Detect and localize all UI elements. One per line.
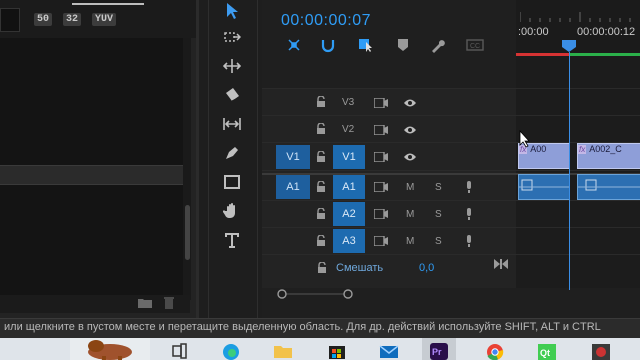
- mix-volume-value[interactable]: 0,0: [419, 262, 434, 274]
- sync-lock-film-icon[interactable]: [374, 152, 388, 162]
- pen-tool-icon[interactable]: [221, 142, 243, 164]
- mute-track-button[interactable]: M: [406, 209, 414, 220]
- source-patch-v1[interactable]: V1: [276, 145, 310, 169]
- track-target-v1[interactable]: V1: [333, 145, 365, 169]
- track-select-tool-icon[interactable]: [221, 26, 243, 48]
- file-explorer-icon[interactable]: [272, 340, 294, 360]
- captions-icon[interactable]: CC: [466, 36, 484, 54]
- track-lock-icon[interactable]: [316, 208, 326, 219]
- clip-label: A002_C: [589, 144, 622, 154]
- track-separator: [262, 254, 640, 255]
- playhead-handle[interactable]: [562, 40, 576, 52]
- toggle-output-eye-icon[interactable]: [403, 98, 417, 108]
- sync-lock-film-icon[interactable]: [374, 98, 388, 108]
- track-separator: [262, 88, 640, 89]
- linked-selection-icon[interactable]: [357, 36, 375, 54]
- sync-lock-film-icon[interactable]: [374, 236, 388, 246]
- zoom-slider[interactable]: [72, 3, 144, 5]
- track-lock-icon[interactable]: [316, 123, 326, 134]
- mute-track-button[interactable]: M: [406, 182, 414, 193]
- razor-tool-icon[interactable]: [221, 84, 243, 106]
- edge-icon[interactable]: [220, 340, 242, 360]
- premiere-icon[interactable]: Pr: [428, 340, 450, 360]
- rectangle-tool-icon[interactable]: [221, 171, 243, 193]
- qt-icon[interactable]: Qt: [536, 340, 558, 360]
- svg-text:Qt: Qt: [540, 348, 550, 358]
- playhead-line[interactable]: [569, 52, 570, 290]
- svg-text:CC: CC: [470, 43, 480, 50]
- toggle-output-eye-icon[interactable]: [403, 152, 417, 162]
- video-clip-a002[interactable]: fx A002_C: [577, 143, 640, 169]
- track-label-v2[interactable]: V2: [342, 124, 354, 135]
- sync-lock-film-icon[interactable]: [374, 125, 388, 135]
- track-separator: [262, 115, 640, 116]
- ripple-edit-tool-icon[interactable]: [221, 55, 243, 77]
- track-target-a1[interactable]: A1: [333, 175, 365, 199]
- solo-track-button[interactable]: S: [435, 209, 442, 220]
- other-app-icon[interactable]: [590, 340, 612, 360]
- track-lock-icon[interactable]: [316, 181, 326, 192]
- voiceover-mic-icon[interactable]: [465, 235, 473, 247]
- color-format-badge[interactable]: YUV: [92, 13, 117, 26]
- timeline-settings-wrench-icon[interactable]: [429, 36, 447, 54]
- selected-list-row[interactable]: [0, 165, 183, 185]
- track-separator: [262, 170, 640, 171]
- solo-track-button[interactable]: S: [435, 236, 442, 247]
- mute-track-button[interactable]: M: [406, 236, 414, 247]
- timeline-timecode[interactable]: 00:00:00:07: [281, 12, 371, 30]
- store-icon[interactable]: [326, 340, 348, 360]
- track-lock-icon[interactable]: [316, 151, 326, 162]
- sync-lock-film-icon[interactable]: [374, 182, 388, 192]
- track-separator: [262, 200, 640, 201]
- hand-tool-icon[interactable]: [221, 200, 243, 222]
- source-patch-a1[interactable]: A1: [276, 175, 310, 199]
- sync-lock-film-icon[interactable]: [374, 209, 388, 219]
- voiceover-mic-icon[interactable]: [465, 208, 473, 220]
- wallpaper-thumbnail: [70, 338, 150, 360]
- track-separator: [262, 227, 640, 228]
- toggle-output-eye-icon[interactable]: [403, 125, 417, 135]
- ruler-ticks: [520, 12, 631, 22]
- ruler-label-start: :00:00: [518, 26, 549, 38]
- track-lock-icon[interactable]: [316, 96, 326, 107]
- track-label-v3[interactable]: V3: [342, 97, 354, 108]
- scrollbar-track[interactable]: [183, 38, 191, 300]
- track-target-a3[interactable]: A3: [333, 229, 365, 253]
- clip-label: A00: [530, 144, 547, 154]
- track-lock-icon[interactable]: [316, 235, 326, 246]
- nest-sequence-icon[interactable]: [285, 36, 303, 54]
- fx-badge: fx: [578, 145, 587, 154]
- go-to-end-icon[interactable]: [494, 258, 508, 270]
- new-bin-folder-icon[interactable]: [138, 297, 152, 308]
- trash-icon[interactable]: [163, 296, 175, 309]
- project-search-field[interactable]: [0, 8, 20, 32]
- timeline-zoom-scrollbar[interactable]: [270, 289, 520, 299]
- voiceover-mic-icon[interactable]: [465, 181, 473, 193]
- type-tool-icon[interactable]: [221, 229, 243, 251]
- snap-magnet-icon[interactable]: [319, 36, 337, 54]
- selection-tool-icon[interactable]: [221, 0, 243, 22]
- project-panel-footer: [0, 295, 190, 313]
- audio-clip-a1[interactable]: [518, 174, 570, 200]
- status-hint-text: или щелкните в пустом месте и перетащите…: [4, 321, 601, 333]
- ruler-label-end: 00:00:00:12: [577, 26, 636, 38]
- task-view-icon[interactable]: [168, 340, 190, 360]
- mix-lock-icon[interactable]: [317, 262, 327, 273]
- chrome-icon[interactable]: [484, 340, 506, 360]
- mouse-cursor-icon: [519, 130, 530, 148]
- mix-label: Смешать: [336, 262, 384, 274]
- mail-icon[interactable]: [378, 340, 400, 360]
- audio-clip-a1-2[interactable]: [577, 174, 640, 200]
- slip-tool-icon[interactable]: [221, 113, 243, 135]
- track-target-a2[interactable]: A2: [333, 202, 365, 226]
- add-marker-icon[interactable]: [394, 36, 412, 54]
- svg-text:Pr: Pr: [432, 347, 442, 357]
- bit-depth-badge[interactable]: 32: [63, 13, 82, 26]
- scrollbar-thumb[interactable]: [185, 205, 190, 260]
- panel-divider[interactable]: [196, 0, 199, 318]
- solo-track-button[interactable]: S: [435, 182, 442, 193]
- fps-badge[interactable]: 50: [34, 13, 53, 26]
